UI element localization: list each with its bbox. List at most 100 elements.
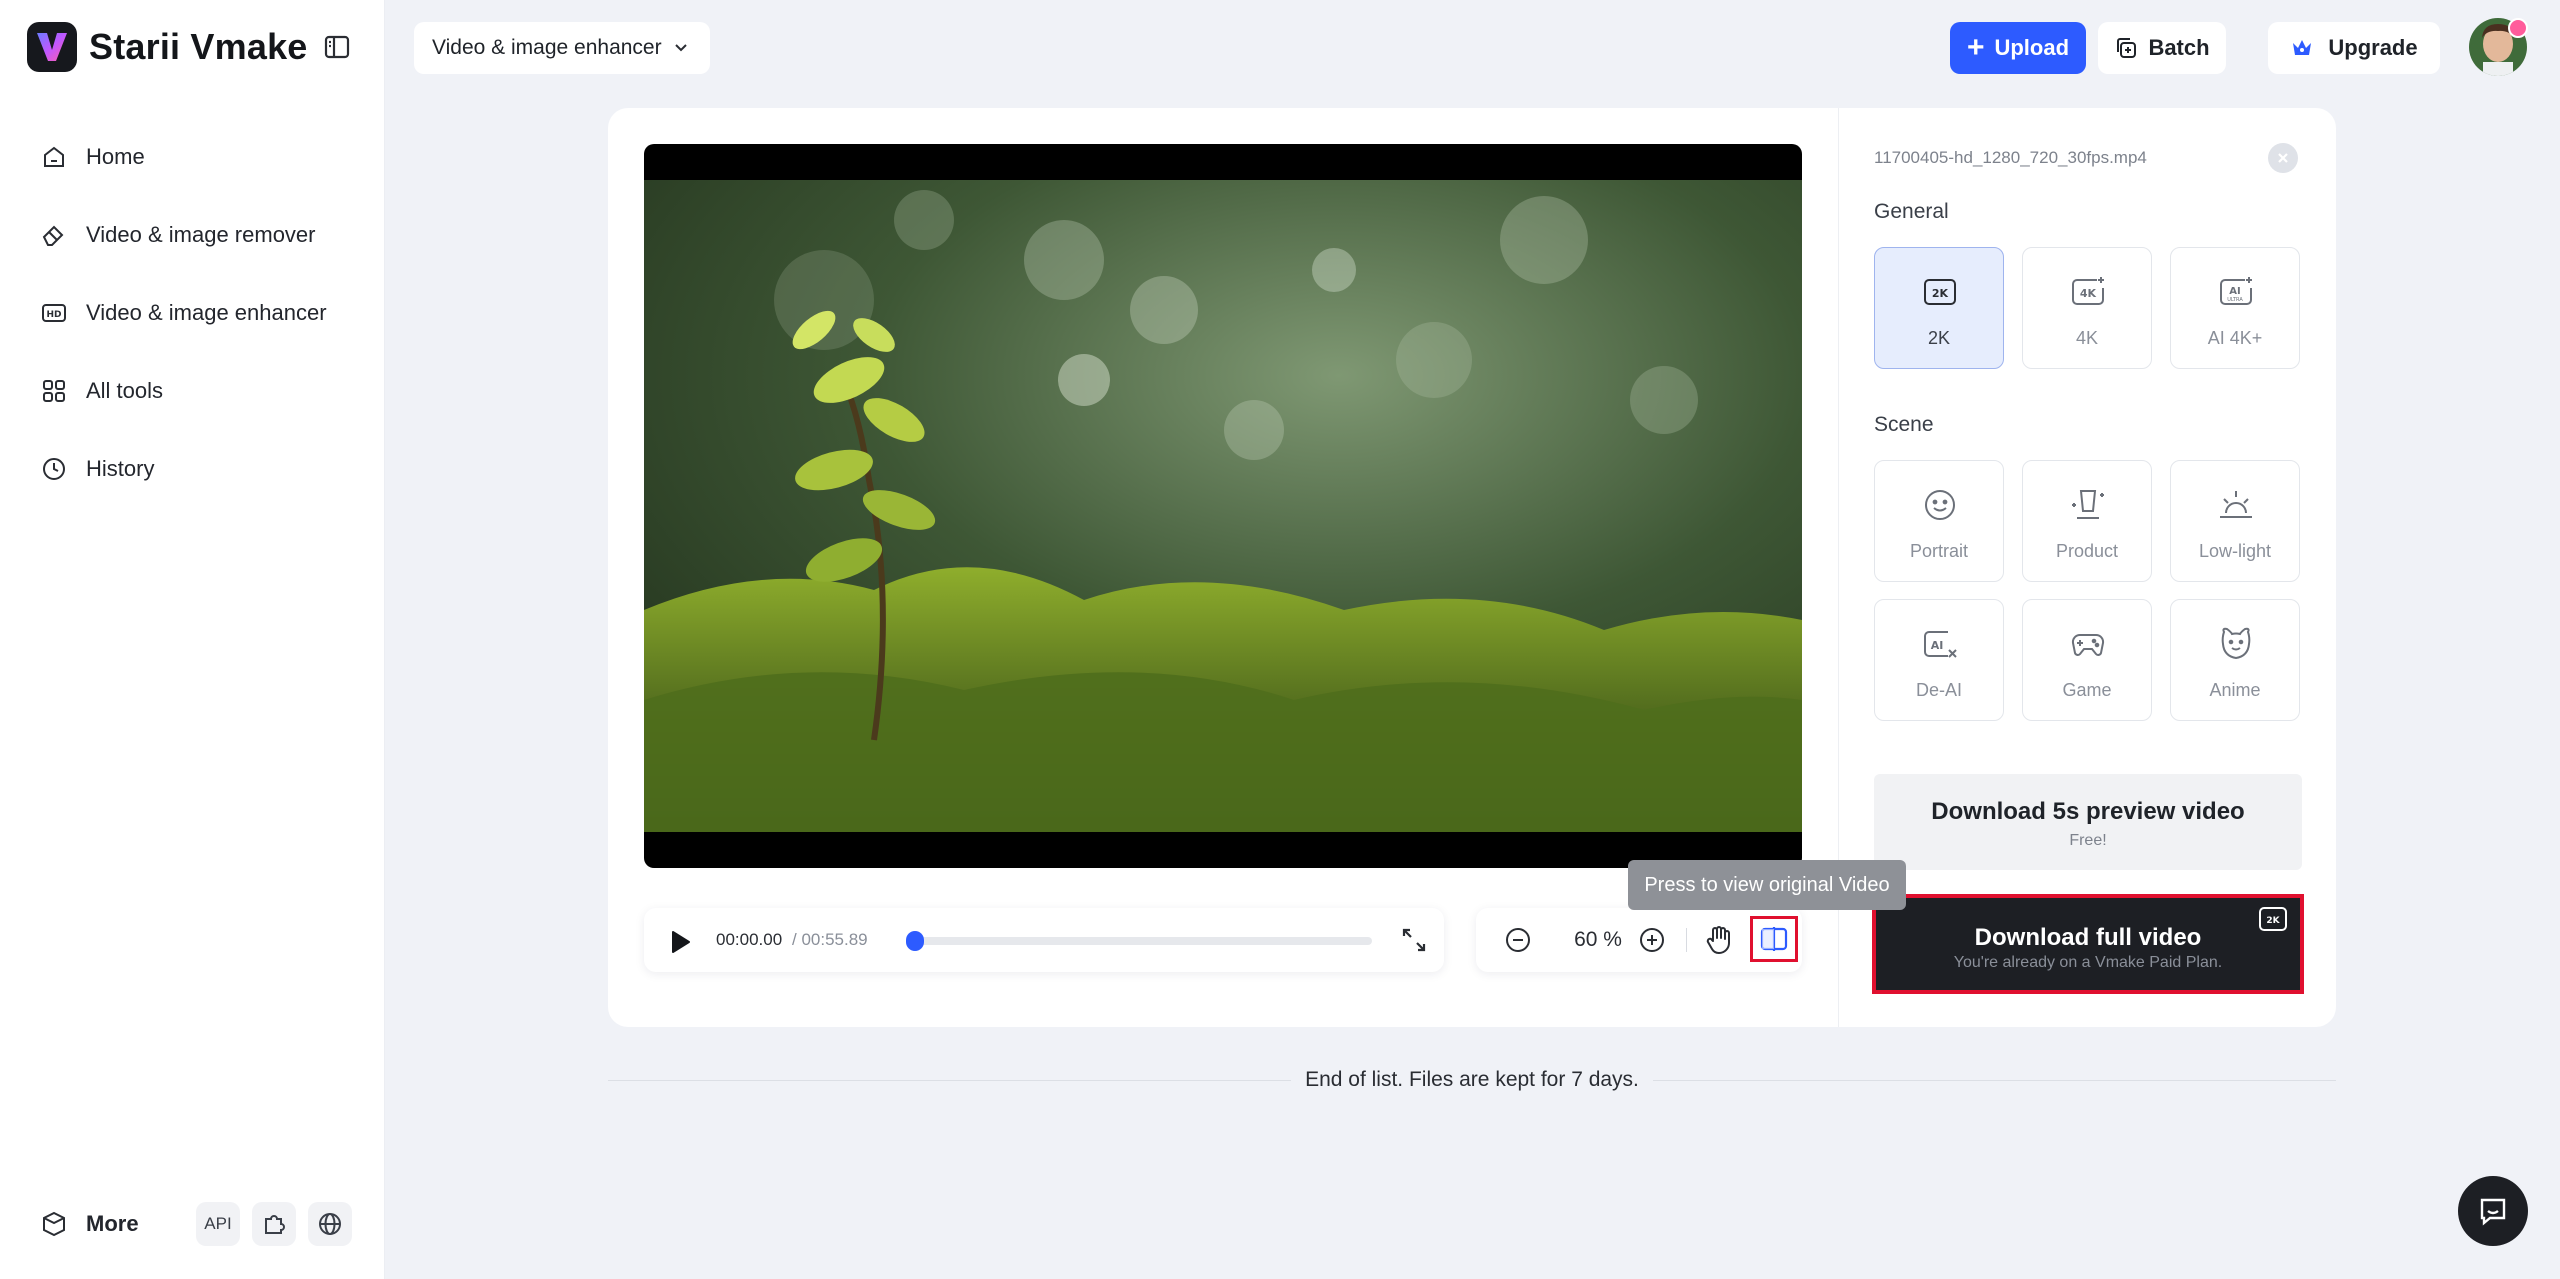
close-icon[interactable] — [2268, 143, 2298, 173]
current-time: 00:00.00 — [716, 930, 783, 949]
sidebar-item-enhancer[interactable]: HD Video & image enhancer — [24, 274, 362, 352]
vmake-logo-icon — [27, 22, 77, 72]
upgrade-label: Upgrade — [2328, 35, 2418, 60]
sidebar-item-all-tools[interactable]: All tools — [24, 352, 362, 430]
sidebar-item-history[interactable]: History — [24, 430, 362, 508]
sidebar: Starii Vmake Home Video & image remover … — [0, 0, 385, 1279]
full-sub: You're already on a Vmake Paid Plan. — [1953, 954, 2223, 971]
tool-select-dropdown[interactable]: Video & image enhancer — [414, 22, 710, 74]
more-label: More — [86, 1211, 139, 1236]
eraser-icon — [42, 225, 64, 246]
svg-text:AI: AI — [2229, 286, 2240, 297]
sidebar-nav: Home Video & image remover HD Video & im… — [24, 118, 362, 508]
zoom-in-icon[interactable] — [1638, 926, 1666, 959]
language-button[interactable] — [308, 1202, 352, 1246]
ai-ultra-icon: AIULTRA — [2220, 277, 2252, 305]
total-time: / 00:55.89 — [792, 930, 868, 949]
option-label: 4K — [2075, 328, 2099, 348]
chevron-down-icon — [674, 44, 687, 52]
option-label: AI 4K+ — [2207, 328, 2263, 348]
option-4k[interactable]: 4K 4K — [2022, 247, 2152, 369]
option-label: 2K — [1927, 328, 1951, 348]
general-section-label: General — [1874, 200, 1949, 223]
sidebar-item-label: Home — [86, 144, 145, 169]
batch-label: Batch — [2148, 35, 2210, 60]
2k-badge-icon: 2K — [2259, 907, 2287, 931]
svg-text:ULTRA: ULTRA — [2227, 297, 2243, 303]
upgrade-button[interactable]: Upgrade — [2268, 22, 2440, 74]
sidebar-toggle-icon[interactable] — [322, 32, 352, 62]
seek-bar[interactable] — [906, 931, 1372, 951]
scene-low-light[interactable]: Low-light — [2170, 460, 2300, 582]
compare-original-button[interactable] — [1750, 916, 1798, 962]
plugin-button[interactable] — [252, 1202, 296, 1246]
scene-product[interactable]: Product — [2022, 460, 2152, 582]
option-label: De-AI — [1915, 680, 1962, 700]
svg-text:2K: 2K — [1932, 287, 1949, 300]
de-ai-icon: AI — [1924, 631, 1957, 658]
hd-icon: HD — [42, 304, 66, 322]
batch-icon — [2117, 38, 2137, 58]
sidebar-item-label: History — [86, 456, 155, 481]
sidebar-item-remover[interactable]: Video & image remover — [24, 196, 362, 274]
api-button[interactable]: API — [196, 1202, 240, 1246]
zoom-controls: 60 % — [1476, 908, 1802, 972]
batch-button[interactable]: Batch — [2098, 22, 2226, 74]
tool-select-value: Video & image enhancer — [432, 36, 662, 59]
file-name: 11700405-hd_1280_720_30fps.mp4 — [1874, 148, 2147, 167]
sunrise-icon — [2220, 491, 2252, 518]
option-label: Product — [2055, 541, 2119, 561]
crown-icon — [2293, 40, 2312, 55]
option-label: Game — [2062, 680, 2112, 700]
preview-title: Download 5s preview video — [1931, 798, 2245, 825]
scene-portrait[interactable]: Portrait — [1874, 460, 2004, 582]
option-2k[interactable]: 2K 2K — [1874, 247, 2004, 369]
download-preview-button[interactable]: Download 5s preview video Free! — [1874, 774, 2302, 870]
more-button[interactable]: More — [24, 1210, 184, 1238]
svg-text:AI: AI — [1931, 639, 1944, 652]
scene-section-label: Scene — [1874, 413, 1934, 436]
hand-icon[interactable] — [1704, 924, 1734, 961]
4k-icon: 4K — [2072, 277, 2104, 305]
svg-text:2K: 2K — [2266, 916, 2280, 926]
player-controls: 00:00.00 / 00:55.89 — [644, 908, 1444, 972]
svg-text:HD: HD — [46, 310, 61, 320]
2k-icon: 2K — [1924, 279, 1956, 305]
brand[interactable]: Starii Vmake — [27, 22, 308, 72]
download-full-button[interactable]: Download full video You're already on a … — [1872, 894, 2304, 994]
option-label: Anime — [2209, 680, 2261, 700]
globe-icon — [319, 1213, 341, 1235]
plus-icon: + — [1966, 31, 1985, 64]
chat-button[interactable] — [2458, 1176, 2528, 1246]
home-icon — [44, 146, 64, 167]
zoom-out-icon[interactable] — [1504, 926, 1532, 959]
product-icon — [2072, 490, 2104, 519]
grid-icon — [43, 380, 65, 402]
scene-game[interactable]: Game — [2022, 599, 2152, 721]
sidebar-bottom: More API — [24, 1169, 362, 1279]
sidebar-item-label: All tools — [86, 378, 164, 403]
sidebar-item-home[interactable]: Home — [24, 118, 362, 196]
svg-text:4K: 4K — [2080, 287, 2097, 300]
sidebar-item-label: Video & image remover — [86, 222, 316, 247]
video-frame-image — [644, 180, 1802, 832]
end-of-list-text: End of list. Files are kept for 7 days. — [1291, 1068, 1653, 1091]
option-label: Portrait — [1909, 541, 1969, 561]
preview-sub: Free! — [2069, 832, 2107, 849]
end-of-list: End of list. Files are kept for 7 days. — [608, 1066, 2336, 1094]
scene-de-ai[interactable]: AI De-AI — [1874, 599, 2004, 721]
bear-icon — [2221, 627, 2251, 660]
scene-anime[interactable]: Anime — [2170, 599, 2300, 721]
editor-card: 00:00.00 / 00:55.89 60 % 11700405-hd_128… — [608, 108, 2336, 1027]
play-icon[interactable] — [666, 928, 694, 961]
tooltip: Press to view original Video — [1628, 860, 1906, 910]
option-ai-4k-plus[interactable]: AI ULTRA AI 4K+ — [2170, 247, 2300, 369]
clock-icon — [43, 458, 65, 480]
seek-handle[interactable] — [906, 931, 924, 951]
brand-name: Starii Vmake — [89, 26, 308, 67]
upload-label: Upload — [1994, 35, 2070, 60]
fullscreen-icon[interactable] — [1400, 926, 1428, 959]
notification-badge — [2508, 18, 2528, 38]
upload-button[interactable]: + Upload — [1950, 22, 2086, 74]
video-preview[interactable] — [644, 144, 1802, 868]
